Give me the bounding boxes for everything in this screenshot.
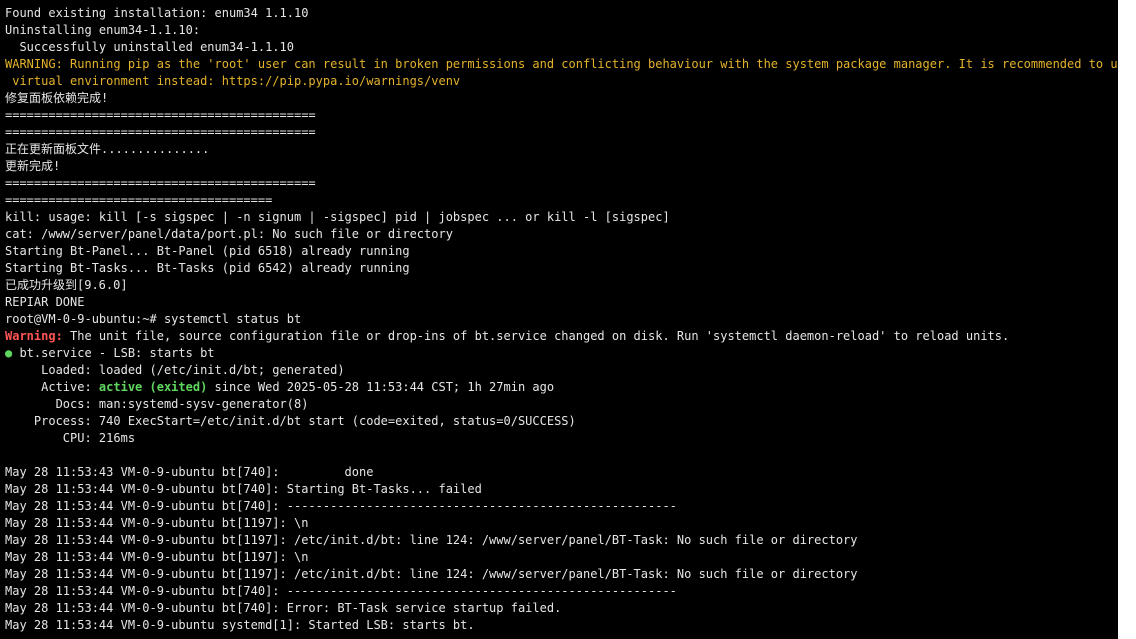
- warning-label: Warning:: [5, 329, 63, 343]
- pip-warning-line: WARNING: Running pip as the 'root' user …: [5, 57, 1118, 71]
- output-line: kill: usage: kill [-s sigspec | -n signu…: [5, 210, 670, 224]
- separator-line: ========================================…: [5, 125, 316, 139]
- active-prefix: Active:: [5, 380, 99, 394]
- service-loaded-line: Loaded: loaded (/etc/init.d/bt; generate…: [5, 363, 345, 377]
- warning-text: The unit file, source configuration file…: [62, 329, 1010, 343]
- terminal-window[interactable]: Found existing installation: enum34 1.1.…: [0, 0, 1118, 639]
- scrollbar[interactable]: [1118, 0, 1136, 639]
- output-line: Starting Bt-Tasks... Bt-Tasks (pid 6542)…: [5, 261, 410, 275]
- output-line: Uninstalling enum34-1.1.10:: [5, 23, 201, 37]
- active-suffix: since Wed 2025-05-28 11:53:44 CST; 1h 27…: [207, 380, 555, 394]
- separator-line: ========================================…: [5, 176, 316, 190]
- log-line: May 28 11:53:44 VM-0-9-ubuntu bt[1197]: …: [5, 516, 309, 530]
- output-line: Successfully uninstalled enum34-1.1.10: [5, 40, 294, 54]
- service-docs-line: Docs: man:systemd-sysv-generator(8): [5, 397, 309, 411]
- log-line: May 28 11:53:44 VM-0-9-ubuntu bt[1197]: …: [5, 567, 858, 581]
- output-line: 更新完成!: [5, 159, 61, 173]
- active-state-badge: active (exited): [98, 380, 208, 394]
- command-prompt-line: root@VM-0-9-ubuntu:~# systemctl status b…: [5, 312, 302, 326]
- log-line: May 28 11:53:44 VM-0-9-ubuntu bt[740]: -…: [5, 584, 677, 598]
- service-active-line: Active: active (exited) since Wed 2025-0…: [5, 379, 1118, 396]
- service-cpu-line: CPU: 216ms: [5, 431, 136, 445]
- service-process-line: Process: 740 ExecStart=/etc/init.d/bt st…: [5, 414, 576, 428]
- log-line: May 28 11:53:44 VM-0-9-ubuntu bt[1197]: …: [5, 550, 309, 564]
- output-line: REPIAR DONE: [5, 295, 85, 309]
- service-title: bt.service - LSB: starts bt: [12, 346, 215, 360]
- output-line: 修复面板依赖完成!: [5, 91, 109, 105]
- separator-line: =====================================: [5, 193, 273, 207]
- output-line: cat: /www/server/panel/data/port.pl: No …: [5, 227, 453, 241]
- output-line: Starting Bt-Panel... Bt-Panel (pid 6518)…: [5, 244, 410, 258]
- log-line: May 28 11:53:44 VM-0-9-ubuntu bt[740]: E…: [5, 601, 562, 615]
- log-line: May 28 11:53:44 VM-0-9-ubuntu systemd[1]…: [5, 618, 475, 632]
- output-line: 已成功升级到[9.6.0]: [5, 278, 128, 292]
- output-line: Found existing installation: enum34 1.1.…: [5, 6, 309, 20]
- separator-line: ========================================…: [5, 108, 316, 122]
- log-line: May 28 11:53:43 VM-0-9-ubuntu bt[740]: d…: [5, 465, 374, 479]
- log-line: May 28 11:53:44 VM-0-9-ubuntu bt[740]: -…: [5, 499, 677, 513]
- log-line: May 28 11:53:44 VM-0-9-ubuntu bt[740]: S…: [5, 482, 482, 496]
- systemd-warning-line: Warning: The unit file, source configura…: [5, 328, 1118, 345]
- service-title-line: ● bt.service - LSB: starts bt: [5, 345, 1118, 362]
- output-line: 正在更新面板文件...............: [5, 142, 210, 156]
- terminal-output: Found existing installation: enum34 1.1.…: [5, 5, 1118, 634]
- pip-warning-line: virtual environment instead: https://pip…: [5, 74, 461, 88]
- log-line: May 28 11:53:44 VM-0-9-ubuntu bt[1197]: …: [5, 533, 858, 547]
